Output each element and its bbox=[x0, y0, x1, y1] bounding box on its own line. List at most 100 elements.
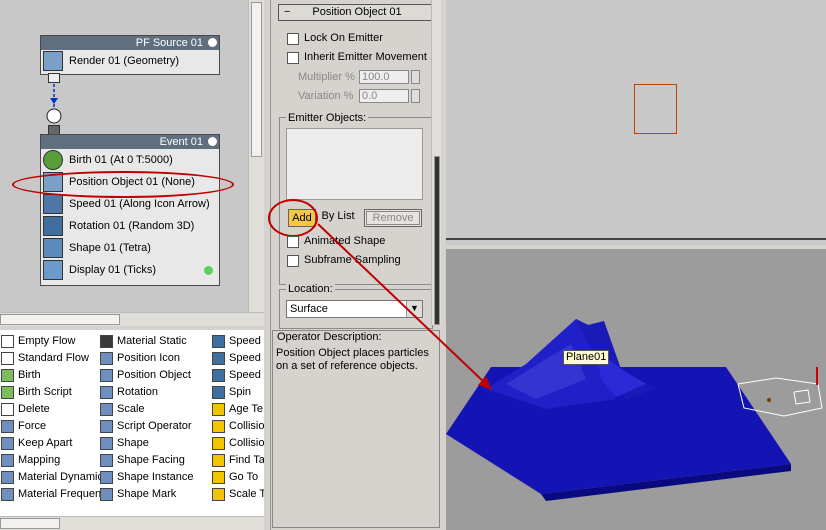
subframe-sampling-label: Subframe Sampling bbox=[304, 254, 401, 266]
operator-row-birth[interactable]: Birth 01 (At 0 T:5000) bbox=[41, 149, 219, 171]
particle-view-graph[interactable]: PF Source 01 Render 01 (Geometry) Event … bbox=[0, 0, 264, 326]
params-scrollbar[interactable] bbox=[431, 0, 441, 325]
scrollbar-thumb[interactable] bbox=[0, 314, 120, 325]
depot-item[interactable]: Force bbox=[0, 418, 96, 435]
depot-item[interactable]: Empty Flow bbox=[0, 333, 96, 350]
depot-item[interactable]: Material Dynamic bbox=[0, 469, 103, 486]
depot-item-label: Shape Mark bbox=[117, 488, 177, 500]
depot-item-label: Scale bbox=[117, 403, 145, 415]
operator-icon bbox=[212, 386, 225, 399]
depot-item-label: Delete bbox=[18, 403, 50, 415]
depot-item[interactable]: Shape Mark bbox=[99, 486, 209, 503]
depot-item[interactable]: Age Te bbox=[211, 401, 264, 418]
top-viewport[interactable] bbox=[446, 0, 826, 245]
depot-item[interactable]: Birth Script bbox=[0, 384, 96, 401]
depot-item-label: Speed bbox=[229, 352, 261, 364]
operator-depot[interactable]: Empty Flow Standard Flow Birth Birth Script… bbox=[0, 330, 264, 530]
variation-field[interactable]: 0.0 bbox=[359, 89, 409, 103]
animated-shape-checkbox[interactable] bbox=[287, 236, 299, 248]
location-dropdown[interactable]: Surface ▼ bbox=[286, 300, 423, 318]
by-list-button[interactable]: By List bbox=[318, 208, 358, 226]
operator-icon bbox=[1, 352, 14, 365]
depot-item[interactable]: Shape bbox=[99, 435, 209, 452]
depot-item[interactable]: Birth bbox=[0, 367, 96, 384]
multiplier-field[interactable]: 100.0 bbox=[359, 70, 409, 84]
depot-item[interactable]: Shape Facing bbox=[99, 452, 209, 469]
depot-item[interactable]: Spin bbox=[211, 384, 264, 401]
operator-icon bbox=[100, 471, 113, 484]
rotation-icon bbox=[43, 216, 63, 236]
operator-icon bbox=[1, 454, 14, 467]
operator-icon bbox=[212, 488, 225, 501]
depot-item[interactable]: Standard Flow bbox=[0, 350, 96, 367]
operator-icon bbox=[100, 335, 113, 348]
depot-item-label: Empty Flow bbox=[18, 335, 76, 347]
depot-item[interactable]: Keep Apart bbox=[0, 435, 96, 452]
operator-row-display[interactable]: Display 01 (Ticks) bbox=[41, 259, 219, 281]
operator-icon bbox=[212, 352, 225, 365]
scrollbar-thumb[interactable] bbox=[0, 518, 60, 529]
depot-item[interactable]: Speed bbox=[211, 333, 264, 350]
lightbulb-icon[interactable] bbox=[208, 137, 217, 146]
depot-item[interactable]: Material Frequency bbox=[0, 486, 112, 503]
operator-icon bbox=[100, 437, 113, 450]
depot-item[interactable]: Position Icon bbox=[99, 350, 209, 367]
operator-icon bbox=[100, 352, 113, 365]
variation-spinner[interactable] bbox=[411, 89, 420, 103]
location-value: Surface bbox=[290, 303, 328, 315]
operator-label: Rotation 01 (Random 3D) bbox=[69, 220, 195, 232]
depot-item[interactable]: Scale bbox=[99, 401, 209, 418]
depot-item[interactable]: Go To bbox=[211, 469, 264, 486]
depot-item[interactable]: Find Ta bbox=[211, 452, 264, 469]
parameters-panel: − Position Object 01 Lock On Emitter Inh… bbox=[268, 0, 442, 330]
operator-row-rotation[interactable]: Rotation 01 (Random 3D) bbox=[41, 215, 219, 237]
depot-item[interactable]: Script Operator bbox=[99, 418, 209, 435]
depot-item[interactable]: Shape Instance bbox=[99, 469, 209, 486]
graph-vertical-scrollbar[interactable] bbox=[248, 0, 264, 312]
depot-column-2: Material Static Position Icon Position Obj… bbox=[99, 333, 209, 503]
operator-icon bbox=[100, 454, 113, 467]
operator-icon bbox=[212, 369, 225, 382]
pf-source-title-bar[interactable]: PF Source 01 bbox=[41, 36, 219, 50]
scrollbar-thumb[interactable] bbox=[434, 156, 440, 325]
render-operator-row[interactable]: Render 01 (Geometry) bbox=[41, 50, 219, 72]
depot-item[interactable]: Speed bbox=[211, 350, 264, 367]
depot-item[interactable]: Material Static bbox=[99, 333, 209, 350]
depot-item-label: Shape Facing bbox=[117, 454, 185, 466]
subframe-sampling-checkbox[interactable] bbox=[287, 255, 299, 267]
plane-gizmo-top[interactable] bbox=[634, 84, 677, 134]
depot-item[interactable]: Delete bbox=[0, 401, 96, 418]
depot-column-3: Speed Speed Speed Spin Age Te Collision Collis… bbox=[211, 333, 264, 503]
variation-label: Variation % bbox=[298, 90, 354, 102]
depot-item[interactable]: Collision bbox=[211, 418, 264, 435]
depot-item[interactable]: Position Object bbox=[99, 367, 209, 384]
depot-item[interactable]: Collision bbox=[211, 435, 264, 452]
multiplier-spinner[interactable] bbox=[411, 70, 420, 84]
emitter-objects-list[interactable] bbox=[286, 128, 423, 200]
depot-horizontal-scrollbar[interactable] bbox=[0, 516, 264, 530]
scrollbar-thumb[interactable] bbox=[251, 2, 262, 157]
rollout-header[interactable]: − Position Object 01 bbox=[278, 4, 436, 21]
perspective-viewport[interactable]: Plane01 bbox=[446, 249, 826, 530]
depot-item[interactable]: Mapping bbox=[0, 452, 96, 469]
depot-item[interactable]: Scale T bbox=[211, 486, 264, 503]
lock-on-emitter-checkbox[interactable] bbox=[287, 33, 299, 45]
lightbulb-icon[interactable] bbox=[208, 38, 217, 47]
depot-item[interactable]: Speed bbox=[211, 367, 264, 384]
operator-label: Speed 01 (Along Icon Arrow) bbox=[69, 198, 210, 210]
remove-button[interactable]: Remove bbox=[364, 209, 422, 227]
graph-horizontal-scrollbar[interactable] bbox=[0, 312, 264, 326]
event-node[interactable]: Event 01 Birth 01 (At 0 T:5000) Position… bbox=[40, 134, 220, 286]
operator-row-shape[interactable]: Shape 01 (Tetra) bbox=[41, 237, 219, 259]
chevron-down-icon[interactable]: ▼ bbox=[406, 301, 422, 317]
operator-label: Birth 01 (At 0 T:5000) bbox=[69, 154, 173, 166]
depot-item-label: Rotation bbox=[117, 386, 158, 398]
speed-icon bbox=[43, 194, 63, 214]
birth-icon bbox=[43, 150, 63, 170]
pf-source-node[interactable]: PF Source 01 Render 01 (Geometry) bbox=[40, 35, 220, 75]
event-title-bar[interactable]: Event 01 bbox=[41, 135, 219, 149]
inherit-movement-checkbox[interactable] bbox=[287, 52, 299, 64]
depot-item-label: Position Icon bbox=[117, 352, 180, 364]
depot-item[interactable]: Rotation bbox=[99, 384, 209, 401]
lock-on-emitter-label: Lock On Emitter bbox=[304, 32, 383, 44]
